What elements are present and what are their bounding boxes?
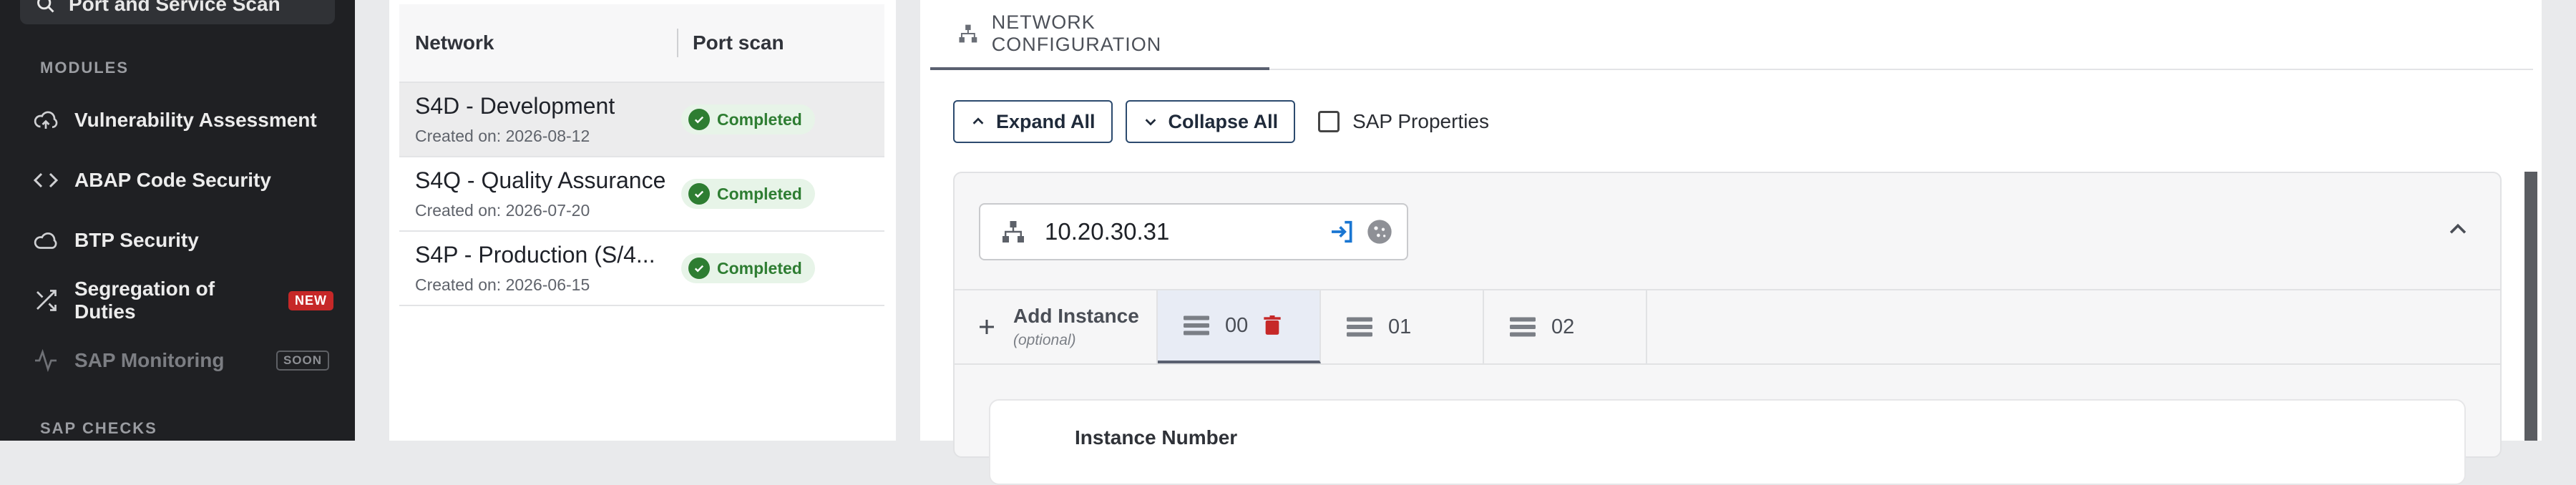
network-name: S4P - Production (S/4...	[415, 242, 655, 268]
sidebar: Port and Service Scan MODULES Vulnerabil…	[0, 0, 355, 441]
status-badge: Completed	[681, 179, 815, 209]
column-header-network[interactable]: Network	[399, 29, 678, 57]
sidebar-search-item[interactable]: Port and Service Scan	[20, 0, 335, 24]
collapse-all-label: Collapse All	[1168, 110, 1279, 132]
sidebar-item-label: Segregation of Duties	[74, 278, 215, 323]
activity-icon	[35, 348, 57, 373]
network-created-date: Created on: 2026-07-20	[415, 201, 590, 220]
sidebar-item-label: Vulnerability Assessment	[74, 109, 317, 131]
sidebar-item-vulnerability-assessment[interactable]: Vulnerability Assessment	[33, 100, 333, 140]
tab-instance-00[interactable]: 00	[1158, 290, 1321, 363]
server-list-icon	[1184, 315, 1209, 335]
server-list-icon	[1510, 317, 1536, 337]
check-circle-icon	[688, 109, 710, 130]
sidebar-item-label: ABAP Code Security	[74, 169, 271, 191]
login-icon[interactable]	[1328, 217, 1357, 246]
cloud-upload-icon	[34, 111, 58, 129]
instance-tabs: Add Instance (optional) 00 01 02	[955, 289, 2500, 365]
network-name: S4D - Development	[415, 93, 615, 119]
server-list-icon	[1347, 317, 1372, 337]
network-tree-icon	[959, 24, 977, 43]
instance-detail-card: Instance Number	[989, 399, 2466, 485]
ip-address-value: 10.20.30.31	[1045, 218, 1170, 245]
tab-instance-02[interactable]: 02	[1484, 290, 1647, 363]
sidebar-item-label: SAP Monitoring	[74, 349, 225, 371]
status-badge: Completed	[681, 104, 815, 134]
sap-properties-checkbox[interactable]: SAP Properties	[1318, 110, 1489, 133]
expand-all-button[interactable]: Expand All	[953, 100, 1113, 143]
instance-number: 01	[1388, 315, 1412, 338]
instance-number: 02	[1551, 315, 1575, 338]
table-row[interactable]: S4P - Production (S/4... Created on: 202…	[399, 232, 884, 306]
sidebar-item-label: BTP Security	[74, 229, 199, 251]
code-icon	[33, 172, 59, 188]
checkbox-box[interactable]	[1318, 111, 1340, 132]
chevron-down-icon	[1145, 119, 1156, 126]
instance-number: 00	[1225, 313, 1249, 337]
cloud-icon	[34, 232, 57, 249]
check-circle-icon	[688, 183, 710, 205]
network-created-date: Created on: 2026-08-12	[415, 127, 590, 145]
soon-badge: SOON	[275, 351, 329, 371]
add-instance-button[interactable]: Add Instance (optional)	[955, 290, 1158, 363]
table-row[interactable]: S4Q - Quality Assurance Created on: 2026…	[399, 157, 884, 232]
sap-checks-heading: SAP CHECKS	[40, 419, 157, 437]
host-card: 10.20.30.31 Add Instance (optional) 00 0…	[953, 172, 2502, 485]
network-table: Network Port scan S4D - Development Crea…	[399, 4, 884, 306]
trash-icon[interactable]	[1264, 315, 1281, 335]
instance-number-label: Instance Number	[1075, 426, 1238, 449]
table-header: Network Port scan	[399, 4, 884, 83]
sidebar-item-abap-code-security[interactable]: ABAP Code Security	[33, 160, 333, 200]
tab-network-configuration[interactable]: NETWORK CONFIGURATION	[930, 0, 1269, 70]
chevron-up-icon	[972, 117, 984, 124]
cookie-icon[interactable]	[1365, 217, 1394, 246]
chevron-up-icon[interactable]	[2446, 217, 2470, 245]
plus-icon	[980, 320, 994, 334]
sidebar-item-sap-monitoring: SAP Monitoring SOON	[33, 341, 333, 381]
status-badge: Completed	[681, 253, 815, 283]
expand-all-label: Expand All	[996, 110, 1096, 132]
sidebar-search-label: Port and Service Scan	[69, 0, 280, 15]
new-badge: NEW	[288, 290, 333, 310]
network-created-date: Created on: 2026-06-15	[415, 275, 590, 294]
status-label: Completed	[717, 109, 802, 129]
network-list-panel: Network Port scan S4D - Development Crea…	[389, 0, 896, 441]
scrollbar[interactable]	[2524, 172, 2537, 441]
add-instance-label: Add Instance	[1013, 305, 1139, 327]
add-instance-hint: (optional)	[1013, 332, 1076, 348]
status-label: Completed	[717, 184, 802, 203]
modules-heading: MODULES	[40, 59, 129, 77]
status-label: Completed	[717, 258, 802, 278]
ip-address-field[interactable]: 10.20.30.31	[979, 203, 1408, 260]
sidebar-item-segregation-of-duties[interactable]: Segregation of Duties NEW	[33, 278, 333, 323]
tab-label: NETWORK CONFIGURATION	[991, 11, 1162, 55]
sidebar-item-btp-security[interactable]: BTP Security	[33, 220, 333, 260]
config-tab-bar: NETWORK CONFIGURATION	[930, 0, 2533, 70]
config-toolbar: Expand All Collapse All SAP Properties	[953, 100, 1489, 143]
network-configuration-panel: NETWORK CONFIGURATION Expand All Collaps…	[920, 0, 2542, 485]
shuffle-icon	[36, 290, 57, 311]
column-header-port-scan[interactable]: Port scan	[678, 31, 784, 54]
network-tree-icon	[1002, 221, 1024, 242]
table-row[interactable]: S4D - Development Created on: 2026-08-12…	[399, 83, 884, 157]
network-name: S4Q - Quality Assurance	[415, 167, 666, 193]
collapse-all-button[interactable]: Collapse All	[1125, 100, 1296, 143]
tab-instance-01[interactable]: 01	[1321, 290, 1484, 363]
search-icon	[37, 0, 54, 13]
check-circle-icon	[688, 258, 710, 279]
sap-properties-label: SAP Properties	[1352, 110, 1489, 132]
